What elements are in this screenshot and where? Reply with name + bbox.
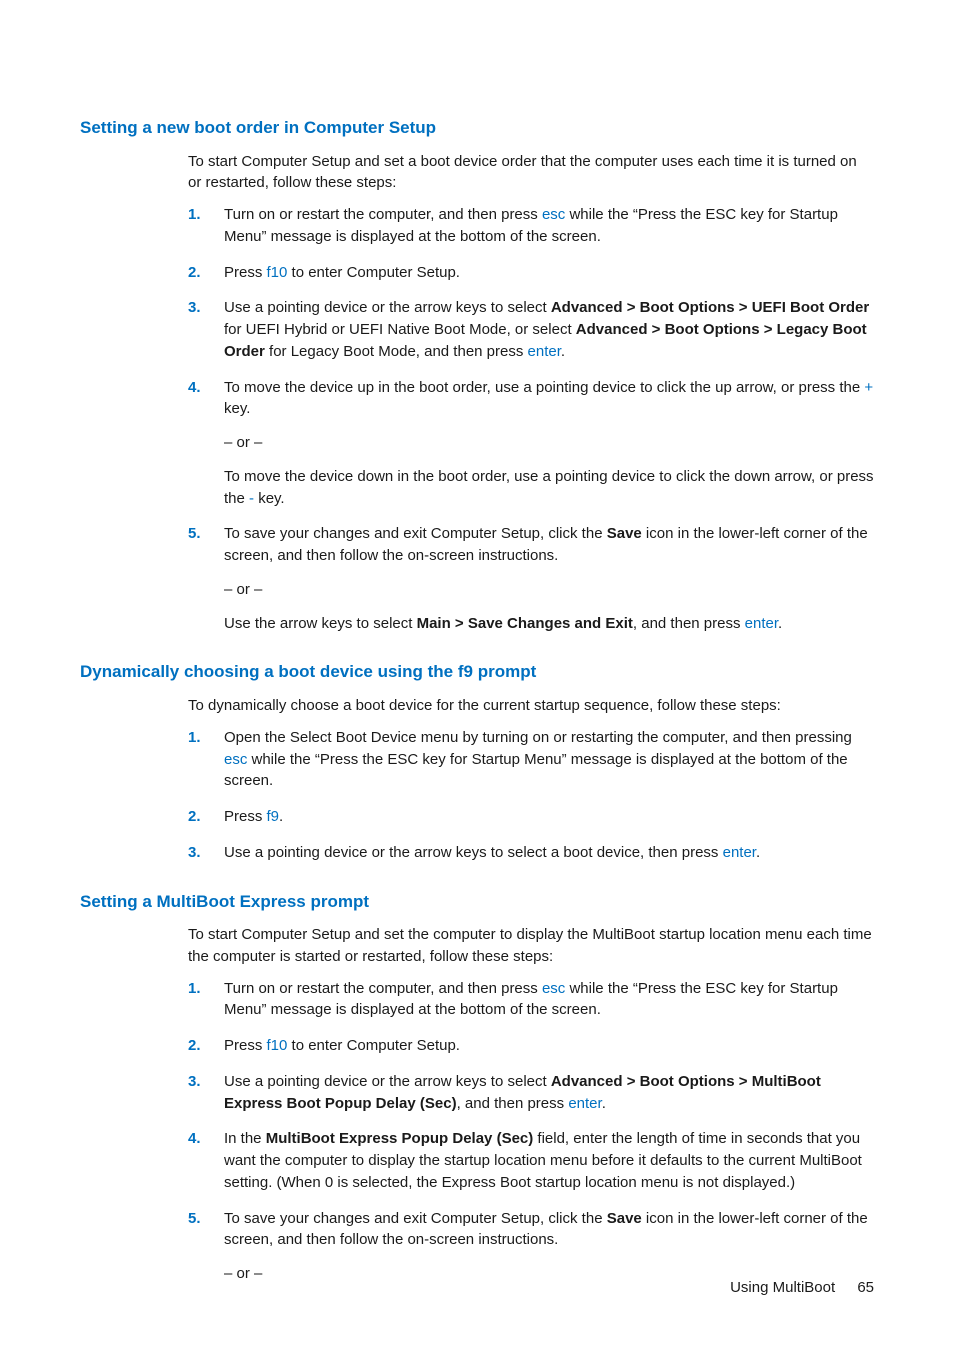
section-heading-multiboot-express: Setting a MultiBoot Express prompt <box>80 890 874 915</box>
step-text: to enter Computer Setup. <box>287 264 460 281</box>
intro-text: To start Computer Setup and set a boot d… <box>188 151 874 195</box>
step-text: . <box>756 844 760 861</box>
step-text: . <box>561 343 565 360</box>
or-separator: – or – <box>224 432 874 454</box>
or-separator: – or – <box>224 579 874 601</box>
key-f9: f9 <box>267 808 280 825</box>
menu-path: Main > Save Changes and Exit <box>417 615 633 632</box>
intro-text: To dynamically choose a boot device for … <box>188 695 874 717</box>
step-text: while the “Press the ESC key for Startup… <box>224 751 848 790</box>
step-item: Press f10 to enter Computer Setup. <box>188 262 874 284</box>
key-esc: esc <box>542 980 565 997</box>
step-text: To save your changes and exit Computer S… <box>224 525 607 542</box>
steps-list: Open the Select Boot Device menu by turn… <box>188 727 874 864</box>
step-text: Press <box>224 808 267 825</box>
key-esc: esc <box>224 751 247 768</box>
page-number: 65 <box>857 1279 874 1296</box>
step-item: To save your changes and exit Computer S… <box>188 1208 874 1285</box>
key-enter: enter <box>568 1095 601 1112</box>
save-label: Save <box>607 1210 642 1227</box>
step-text: Use the arrow keys to select <box>224 615 417 632</box>
step-text: Use a pointing device or the arrow keys … <box>224 299 551 316</box>
section-heading-boot-order: Setting a new boot order in Computer Set… <box>80 116 874 141</box>
step-text: To move the device up in the boot order,… <box>224 379 864 396</box>
document-page: Setting a new boot order in Computer Set… <box>0 0 954 1359</box>
steps-list: Turn on or restart the computer, and the… <box>188 204 874 634</box>
key-f10: f10 <box>267 264 288 281</box>
step-item: Turn on or restart the computer, and the… <box>188 204 874 248</box>
page-footer: Using MultiBoot 65 <box>730 1277 874 1299</box>
step-text: . <box>279 808 283 825</box>
step-text: In the <box>224 1130 266 1147</box>
step-text: Turn on or restart the computer, and the… <box>224 980 542 997</box>
key-esc: esc <box>542 206 565 223</box>
step-text: To move the device down in the boot orde… <box>224 468 874 507</box>
step-text: Use a pointing device or the arrow keys … <box>224 844 723 861</box>
step-text: key. <box>254 490 285 507</box>
save-label: Save <box>607 525 642 542</box>
key-enter: enter <box>528 343 561 360</box>
step-item: To move the device up in the boot order,… <box>188 377 874 510</box>
steps-list: Turn on or restart the computer, and the… <box>188 978 874 1285</box>
step-text: Open the Select Boot Device menu by turn… <box>224 729 852 746</box>
step-item: Open the Select Boot Device menu by turn… <box>188 727 874 792</box>
step-text: . <box>778 615 782 632</box>
step-item: Press f9. <box>188 806 874 828</box>
step-text: for Legacy Boot Mode, and then press <box>265 343 528 360</box>
step-item: To save your changes and exit Computer S… <box>188 523 874 634</box>
field-label: MultiBoot Express Popup Delay (Sec) <box>266 1130 534 1147</box>
step-text: for UEFI Hybrid or UEFI Native Boot Mode… <box>224 321 576 338</box>
menu-path: Advanced > Boot Options > UEFI Boot Orde… <box>551 299 869 316</box>
key-plus: + <box>864 379 873 396</box>
step-text: Press <box>224 1037 267 1054</box>
step-text: , and then press <box>633 615 745 632</box>
intro-text: To start Computer Setup and set the comp… <box>188 924 874 968</box>
step-text: , and then press <box>457 1095 569 1112</box>
step-text: . <box>602 1095 606 1112</box>
step-item: In the MultiBoot Express Popup Delay (Se… <box>188 1128 874 1193</box>
section-heading-f9-prompt: Dynamically choosing a boot device using… <box>80 660 874 685</box>
footer-label: Using MultiBoot <box>730 1279 835 1296</box>
step-text: to enter Computer Setup. <box>287 1037 460 1054</box>
step-text: Press <box>224 264 267 281</box>
key-enter: enter <box>723 844 756 861</box>
step-item: Press f10 to enter Computer Setup. <box>188 1035 874 1057</box>
step-item: Use a pointing device or the arrow keys … <box>188 842 874 864</box>
step-item: Use a pointing device or the arrow keys … <box>188 1071 874 1115</box>
step-item: Use a pointing device or the arrow keys … <box>188 297 874 362</box>
key-f10: f10 <box>267 1037 288 1054</box>
step-item: Turn on or restart the computer, and the… <box>188 978 874 1022</box>
key-enter: enter <box>745 615 778 632</box>
step-text: To save your changes and exit Computer S… <box>224 1210 607 1227</box>
step-text: key. <box>224 400 250 417</box>
step-text: Turn on or restart the computer, and the… <box>224 206 542 223</box>
step-text: Use a pointing device or the arrow keys … <box>224 1073 551 1090</box>
